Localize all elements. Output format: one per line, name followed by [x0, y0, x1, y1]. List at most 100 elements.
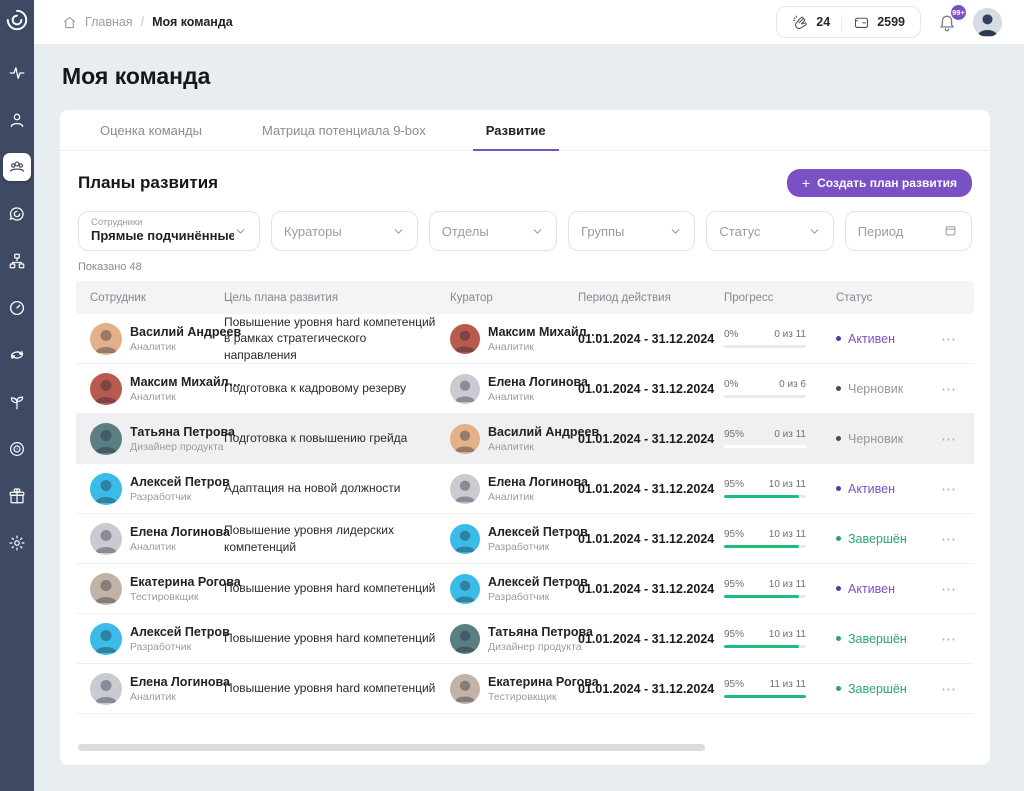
sidebar-item-chat[interactable]: [3, 200, 31, 228]
status-label: Черновик: [848, 432, 903, 446]
sidebar-item-structure[interactable]: [3, 247, 31, 275]
filter-status[interactable]: Статус: [706, 211, 833, 251]
person-cell: Татьяна ПетроваДизайнер продукта: [76, 423, 224, 455]
person-cell: Елена ЛогиноваАналитик: [76, 673, 224, 705]
plan-goal: Подготовка к кадровому резерву: [224, 380, 450, 396]
status-dot-icon: [836, 686, 841, 691]
filter-departments[interactable]: Отделы: [429, 211, 557, 251]
filter-period[interactable]: Период: [845, 211, 972, 251]
person-name: Алексей Петров: [488, 575, 588, 589]
plan-period: 01.01.2024 - 31.12.2024: [578, 482, 724, 496]
sidebar-item-goals[interactable]: [3, 435, 31, 463]
person-role: Дизайнер продукта: [130, 441, 235, 453]
progress-count: 0 из 6: [779, 379, 806, 390]
filter-curators[interactable]: Кураторы: [271, 211, 418, 251]
table-row[interactable]: Алексей ПетровРазработчикПовышение уровн…: [76, 614, 974, 664]
filter-groups[interactable]: Группы: [568, 211, 695, 251]
plan-period: 01.01.2024 - 31.12.2024: [578, 332, 724, 346]
sidebar-item-profile[interactable]: [3, 106, 31, 134]
status-badge: Завершён: [836, 532, 934, 546]
col-period: Период действия: [578, 292, 724, 304]
avatar: [450, 374, 480, 404]
sidebar-item-rewards[interactable]: [3, 482, 31, 510]
home-icon[interactable]: [62, 15, 77, 30]
plan-period: 01.01.2024 - 31.12.2024: [578, 682, 724, 696]
sidebar-item-activity[interactable]: [3, 59, 31, 87]
row-actions-button[interactable]: ⋯: [934, 330, 974, 348]
avatar: [90, 573, 122, 605]
sync-icon: [8, 346, 26, 364]
app-logo-icon[interactable]: [4, 7, 30, 33]
activity-icon: [8, 64, 26, 82]
plan-progress: 95%10 из 11: [724, 629, 816, 648]
sidebar-item-settings[interactable]: [3, 529, 31, 557]
avatar: [450, 474, 480, 504]
sidebar-item-cycles[interactable]: [3, 341, 31, 369]
tab-development[interactable]: Развитие: [473, 110, 559, 151]
avatar: [90, 623, 122, 655]
status-dot-icon: [836, 486, 841, 491]
progress-percent: 95%: [724, 529, 744, 540]
table-row[interactable]: Екатерина РоговаТестировкщикПовышение ур…: [76, 564, 974, 614]
table-row[interactable]: Елена ЛогиноваАналитикПовышение уровня л…: [76, 514, 974, 564]
plan-progress: 95%10 из 11: [724, 579, 816, 598]
plan-goal: Адаптация на новой должности: [224, 480, 450, 496]
status-label: Завершён: [848, 632, 907, 646]
chevron-down-icon: [669, 225, 682, 238]
breadcrumb-root[interactable]: Главная: [85, 15, 133, 29]
tab-team-assessment[interactable]: Оценка команды: [87, 110, 215, 151]
filter-employees[interactable]: Сотрудники Прямые подчинённые: [78, 211, 260, 251]
col-status: Статус: [836, 292, 934, 304]
row-actions-button[interactable]: ⋯: [934, 580, 974, 598]
row-actions-button[interactable]: ⋯: [934, 630, 974, 648]
plan-goal: Повышение уровня hard компетенций в рамк…: [224, 314, 450, 363]
table-row[interactable]: Алексей ПетровРазработчикАдаптация на но…: [76, 464, 974, 514]
coins-counter[interactable]: 2599: [841, 14, 916, 31]
person-role: Аналитик: [130, 691, 230, 703]
sidebar-item-team[interactable]: [3, 153, 31, 181]
status-badge: Активен: [836, 482, 934, 496]
progress-percent: 95%: [724, 479, 744, 490]
plan-progress: 0%0 из 11: [724, 329, 816, 348]
progress-percent: 95%: [724, 629, 744, 640]
status-dot-icon: [836, 636, 841, 641]
person-role: Разработчик: [130, 641, 230, 653]
col-curator: Куратор: [450, 292, 578, 304]
progress-bar: [724, 645, 806, 648]
shown-count: Показано 48: [60, 251, 990, 281]
horizontal-scrollbar[interactable]: [78, 744, 705, 751]
row-actions-button[interactable]: ⋯: [934, 680, 974, 698]
table-row[interactable]: Елена ЛогиноваАналитикПовышение уровня h…: [76, 664, 974, 714]
chevron-down-icon: [392, 225, 405, 238]
user-avatar[interactable]: [973, 8, 1002, 37]
row-actions-button[interactable]: ⋯: [934, 530, 974, 548]
row-actions-button[interactable]: ⋯: [934, 480, 974, 498]
wallet-icon: [853, 14, 870, 31]
table-row[interactable]: Максим Михайл…АналитикПодготовка к кадро…: [76, 364, 974, 414]
tab-9box-matrix[interactable]: Матрица потенциала 9-box: [249, 110, 439, 151]
notifications-button[interactable]: 99+: [937, 12, 957, 32]
sidebar-item-performance[interactable]: [3, 294, 31, 322]
avatar: [90, 523, 122, 555]
chevron-down-icon: [234, 225, 247, 238]
claps-counter[interactable]: 24: [781, 14, 841, 31]
table-row[interactable]: Василий АндреевАналитикПовышение уровня …: [76, 314, 974, 364]
status-label: Завершён: [848, 532, 907, 546]
notifications-badge: 99+: [950, 4, 967, 21]
plan-goal: Повышение уровня hard компетенций: [224, 630, 450, 646]
row-actions-button[interactable]: ⋯: [934, 430, 974, 448]
progress-bar: [724, 345, 806, 348]
person-cell: Екатерина РоговаТестировкщик: [76, 573, 224, 605]
row-actions-button[interactable]: ⋯: [934, 380, 974, 398]
calendar-icon: [944, 224, 959, 239]
create-plan-button[interactable]: + Создать план развития: [787, 169, 972, 197]
person-cell: Алексей ПетровРазработчик: [450, 524, 578, 554]
table-row[interactable]: Татьяна ПетроваДизайнер продуктаПодготов…: [76, 414, 974, 464]
progress-bar: [724, 445, 806, 448]
plan-goal: Повышение уровня hard компетенций: [224, 580, 450, 596]
col-goal: Цель плана развития: [224, 292, 450, 304]
sidebar-item-development[interactable]: [3, 388, 31, 416]
plan-progress: 95%10 из 11: [724, 479, 816, 498]
table-body: Василий АндреевАналитикПовышение уровня …: [76, 314, 974, 714]
status-label: Активен: [848, 332, 895, 346]
